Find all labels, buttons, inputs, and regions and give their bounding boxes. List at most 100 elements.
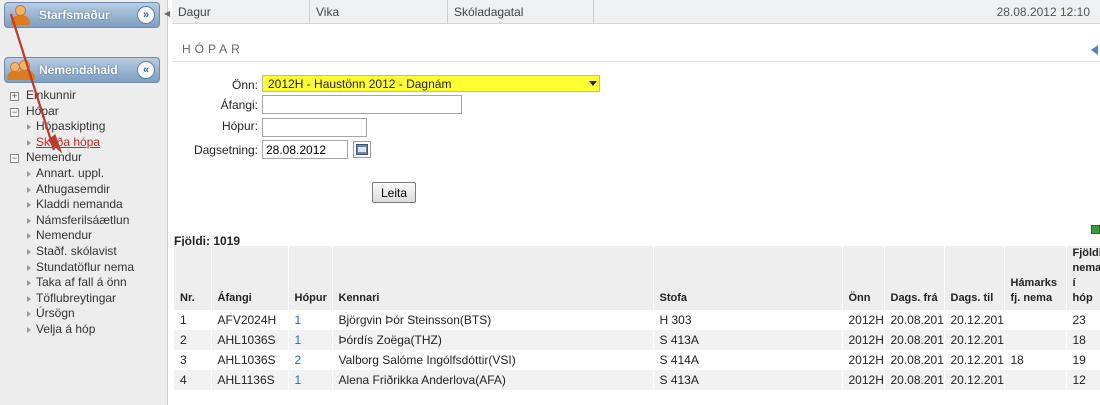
bullet-icon <box>27 202 31 209</box>
calendar-icon[interactable] <box>353 141 371 158</box>
hopur-label: Hópur: <box>221 119 258 133</box>
table-cell: S 413A <box>653 370 843 390</box>
expand-icon[interactable]: » <box>137 6 155 24</box>
table-row[interactable]: 1 AFV2024H 1 Björgvin Þór Steinsson(BTS) H 3… <box>174 310 1100 330</box>
sidebar-item[interactable]: − Nemendur <box>0 150 168 166</box>
sidebar-item[interactable]: Nemendur <box>0 228 168 244</box>
table-cell: 2012H <box>842 330 885 350</box>
table-cell: AHL1136S <box>211 370 289 390</box>
sidebar: Starfsmaður » ◀ Nemendahald « + Einkunnir… <box>0 0 170 405</box>
tab-dagur[interactable]: Dagur <box>172 0 310 24</box>
column-header[interactable]: Stofa <box>653 246 843 310</box>
sidebar-item[interactable]: Skoða hópa <box>0 135 168 151</box>
sidebar-item-label[interactable]: Athugasemdir <box>36 182 110 198</box>
sidebar-item[interactable]: Hópaskipting <box>0 119 168 135</box>
collapse-icon[interactable]: « <box>137 61 155 79</box>
sidebar-collapse-icon[interactable]: ◀ <box>164 9 170 19</box>
back-icon[interactable] <box>1091 45 1098 55</box>
column-header[interactable]: Kennari <box>332 246 654 310</box>
sidebar-item-label[interactable]: Velja á hóp <box>36 322 95 338</box>
sidebar-item[interactable]: Annart. uppl. <box>0 166 168 182</box>
onn-select[interactable]: 2012H - Haustönn 2012 - Dagnám <box>262 75 600 92</box>
column-header[interactable]: Hópur <box>288 246 333 310</box>
afangi-label: Áfangi: <box>220 98 258 112</box>
sidebar-item[interactable]: Námsferilsáætlun <box>0 213 168 229</box>
group-link[interactable]: 2 <box>288 350 333 370</box>
page-title: HÓPAR <box>182 42 244 56</box>
sidebar-item[interactable]: Athugasemdir <box>0 182 168 198</box>
table-cell <box>1004 310 1067 330</box>
sidebar-item[interactable]: Töflubreytingar <box>0 291 168 307</box>
excel-export-icon[interactable] <box>1091 225 1100 234</box>
table-cell: 3 <box>174 350 212 370</box>
sidebar-item-label[interactable]: Staðf. skólavist <box>36 244 117 260</box>
sidebar-item-label[interactable]: Námsferilsáætlun <box>36 213 129 229</box>
table-cell: 2012H <box>842 370 885 390</box>
sidebar-item[interactable]: Úrsögn <box>0 306 168 322</box>
table-cell: 1 <box>174 310 212 330</box>
table-row[interactable]: 4 AHL1136S 1 Alena Friðrikka Anderlova(AFA)… <box>174 370 1100 390</box>
sidebar-item[interactable]: + Einkunnir <box>0 88 168 104</box>
sidebar-item-label[interactable]: Kladdi nemanda <box>36 197 123 213</box>
sidebar-item-label[interactable]: Annart. uppl. <box>36 166 104 182</box>
panel-starfsmadur[interactable]: Starfsmaður » <box>4 2 160 28</box>
bullet-icon <box>27 233 31 240</box>
table-cell: AHL1036S <box>211 330 289 350</box>
tab-skoladagatal[interactable]: Skóladagatal <box>448 0 594 24</box>
sidebar-item[interactable]: Stundatöflur nema <box>0 260 168 276</box>
sidebar-item-label[interactable]: Stundatöflur nema <box>36 260 134 276</box>
sidebar-item-label: Nemendur <box>26 150 83 165</box>
table-cell: AHL1036S <box>211 350 289 370</box>
sidebar-item[interactable]: Staðf. skólavist <box>0 244 168 260</box>
column-header[interactable]: Fjöldi nema í hóp <box>1066 246 1100 310</box>
bullet-icon <box>27 139 31 146</box>
main-content: HÓPAR Önn: 2012H - Haustönn 2012 - Dagná… <box>172 24 1100 405</box>
sidebar-item[interactable]: Taka af fall á önn <box>0 275 168 291</box>
table-cell: 2 <box>174 330 212 350</box>
sidebar-item-label[interactable]: Úrsögn <box>36 306 75 322</box>
column-header[interactable]: Dags. til <box>944 246 1005 310</box>
dagsetning-input[interactable] <box>262 140 348 159</box>
bullet-icon <box>27 311 31 318</box>
bullet-icon <box>27 280 31 287</box>
group-link[interactable]: 1 <box>288 310 333 330</box>
chevron-down-icon <box>589 81 597 86</box>
column-header[interactable]: Áfangi <box>211 246 289 310</box>
table-cell: Þórdís Zoëga(THZ) <box>332 330 654 350</box>
column-header[interactable]: Dags. frá <box>884 246 945 310</box>
user-icon <box>9 4 31 26</box>
table-cell: 20.08.2012 <box>884 370 945 390</box>
bullet-icon <box>27 264 31 271</box>
sidebar-item-label[interactable]: Nemendur <box>36 228 92 244</box>
sidebar-item-label[interactable]: Hópaskipting <box>36 119 105 135</box>
sidebar-item[interactable]: − Hópar <box>0 104 168 120</box>
table-cell: 20.08.2012 <box>884 330 945 350</box>
table-row[interactable]: 3 AHL1036S 2 Valborg Salóme Ingólfsdóttir(V… <box>174 350 1100 370</box>
search-button[interactable]: Leita <box>372 182 417 203</box>
current-datetime: 28.08.2012 12:10 <box>996 5 1090 19</box>
table-cell: 2012H <box>842 310 885 330</box>
sidebar-item[interactable]: Velja á hóp <box>0 322 168 338</box>
table-cell: 20.08.2012 <box>884 350 945 370</box>
table-cell: 23 <box>1066 310 1100 330</box>
hopur-input[interactable] <box>262 118 367 137</box>
table-row[interactable]: 2 AHL1036S 1 Þórdís Zoëga(THZ) S 413A 2012H 20… <box>174 330 1100 350</box>
onn-label: Önn: <box>231 78 258 92</box>
column-header[interactable]: Nr. <box>174 246 212 310</box>
group-link[interactable]: 1 <box>288 370 333 390</box>
onn-select-value: 2012H - Haustönn 2012 - Dagnám <box>268 77 452 91</box>
table-cell: 18 <box>1066 330 1100 350</box>
column-header[interactable]: Hámarks fj. nema <box>1004 246 1067 310</box>
sidebar-item[interactable]: Kladdi nemanda <box>0 197 168 213</box>
group-link[interactable]: 1 <box>288 330 333 350</box>
table-cell: H 303 <box>653 310 843 330</box>
panel-nemendahald[interactable]: Nemendahald « <box>4 57 160 83</box>
afangi-input[interactable] <box>262 95 462 114</box>
sidebar-item-label[interactable]: Töflubreytingar <box>36 291 116 307</box>
tab-vika[interactable]: Vika <box>310 0 448 24</box>
sidebar-item-label[interactable]: Taka af fall á önn <box>36 275 127 291</box>
navigation-tree: + Einkunnir − Hópar Hópaskipting Skoða hópa − N… <box>0 88 168 338</box>
table-header-row: Nr. Áfangi Hópur Kennari Stofa Önn Dags. frá Da… <box>174 246 1100 310</box>
column-header[interactable]: Önn <box>842 246 885 310</box>
sidebar-item-label[interactable]: Skoða hópa <box>36 135 100 151</box>
